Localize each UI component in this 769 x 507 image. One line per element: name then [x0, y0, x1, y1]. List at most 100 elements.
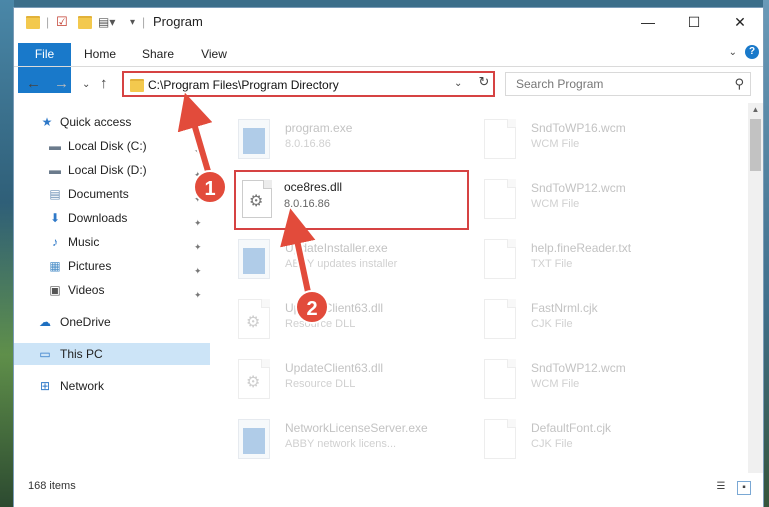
- drive-icon: ▬: [49, 163, 61, 177]
- file-version: 8.0.16.86: [284, 198, 330, 210]
- sidebar-item-pictures[interactable]: ▦ Pictures ✦: [14, 255, 210, 277]
- file-type: CJK File: [531, 318, 573, 330]
- sidebar-item-label: OneDrive: [60, 315, 111, 329]
- file-name: SndToWP12.wcm: [531, 361, 626, 375]
- sidebar-item-this-pc[interactable]: ▭ This PC: [14, 343, 210, 365]
- qat-dropdown-icon[interactable]: ▾: [130, 14, 135, 30]
- new-folder-icon[interactable]: [78, 14, 92, 30]
- file-name: UpdateClient63.dll: [285, 361, 384, 375]
- sidebar-item-onedrive[interactable]: ☁ OneDrive: [14, 311, 210, 333]
- file-item[interactable]: ⚙ UpdateClient63.dll Resource DLL: [238, 357, 468, 407]
- file-item[interactable]: SndToWP12.wcm WCM File: [484, 357, 714, 407]
- drive-icon: ▬: [49, 139, 61, 153]
- file-name: program.exe: [285, 121, 353, 135]
- tab-home[interactable]: Home: [78, 43, 122, 66]
- file-item[interactable]: program.exe 8.0.16.86: [238, 117, 468, 167]
- minimize-button[interactable]: —: [625, 8, 671, 36]
- pin-icon[interactable]: ✦: [194, 284, 202, 306]
- desktop-background-left: [0, 0, 14, 507]
- sidebar-item-label: Quick access: [60, 115, 132, 129]
- file-name: SndToWP12.wcm: [531, 181, 626, 195]
- file-icon: [484, 359, 516, 399]
- file-type: 8.0.16.86: [285, 138, 331, 150]
- sidebar-item-label: Pictures: [68, 259, 112, 273]
- file-name: oce8res.dll: [284, 180, 343, 194]
- scroll-up-icon[interactable]: ▲: [748, 103, 763, 117]
- file-icon: [484, 179, 516, 219]
- dll-file-icon: ⚙: [238, 299, 270, 339]
- ribbon-tabs: File Home Share View ⌄ ?: [14, 43, 763, 93]
- application-icon: [238, 239, 270, 279]
- navigation-pane: ★ Quick access ▬ Local Disk (C:) ✦ ▬ Loc…: [14, 111, 210, 471]
- application-icon: [238, 119, 270, 159]
- address-dropdown-button[interactable]: ⌄: [454, 78, 462, 89]
- documents-icon: ▤: [49, 187, 61, 201]
- sidebar-item-local-disk-c[interactable]: ▬ Local Disk (C:) ✦: [14, 135, 210, 157]
- address-bar[interactable]: C:\Program Files\Program Directory: [122, 71, 495, 97]
- back-button[interactable]: ←: [26, 75, 41, 92]
- help-icon[interactable]: ?: [745, 45, 759, 59]
- file-item[interactable]: DefaultFont.cjk CJK File: [484, 417, 714, 467]
- pictures-icon: ▦: [49, 259, 61, 273]
- close-button[interactable]: ✕: [717, 8, 763, 36]
- explorer-window: | ☑ ▤▾ ▾ | Program — ☐ ✕ File Home Share…: [14, 8, 763, 507]
- forward-button[interactable]: →: [54, 75, 69, 92]
- scrollbar-thumb[interactable]: [750, 119, 761, 171]
- search-icon[interactable]: ⚲: [734, 76, 744, 92]
- download-icon: ⬇: [49, 211, 61, 225]
- file-type: WCM File: [531, 378, 580, 390]
- tab-share[interactable]: Share: [136, 43, 180, 66]
- details-view-icon[interactable]: ☰: [715, 481, 727, 493]
- refresh-button[interactable]: ↻: [475, 74, 493, 92]
- properties-icon[interactable]: ☑: [56, 14, 68, 30]
- sidebar-item-network[interactable]: ⊞ Network: [14, 375, 210, 397]
- sidebar-item-music[interactable]: ♪ Music ✦: [14, 231, 210, 253]
- up-button[interactable]: ↑: [100, 75, 108, 92]
- highlighted-dll-file[interactable]: ⚙ oce8res.dll 8.0.16.86: [234, 170, 469, 230]
- network-icon: ⊞: [39, 379, 51, 393]
- file-type: WCM File: [531, 138, 580, 150]
- videos-icon: ▣: [49, 283, 61, 297]
- search-box[interactable]: ⚲: [505, 72, 751, 96]
- file-item[interactable]: SndToWP16.wcm WCM File: [484, 117, 714, 167]
- file-type: ABBY network licens...: [285, 438, 397, 450]
- sidebar-item-label: Documents: [68, 187, 129, 201]
- file-type: WCM File: [531, 198, 580, 210]
- file-item[interactable]: SndToWP12.wcm WCM File: [484, 177, 714, 227]
- file-name: FastNrml.cjk: [531, 301, 598, 315]
- title-bar: | ☑ ▤▾ ▾ | Program — ☐ ✕: [14, 8, 763, 36]
- step-1-badge: 1: [193, 170, 227, 204]
- file-name: DefaultFont.cjk: [531, 421, 612, 435]
- file-type: Resource DLL: [285, 378, 356, 390]
- status-bar: 168 items ☰ ▪: [14, 477, 763, 499]
- search-input[interactable]: [514, 76, 718, 92]
- large-icons-view-icon[interactable]: ▪: [737, 481, 751, 495]
- sidebar-item-label: This PC: [60, 347, 103, 361]
- dll-file-icon: ⚙: [238, 359, 270, 399]
- file-icon: [484, 419, 516, 459]
- file-item[interactable]: help.fineReader.txt TXT File: [484, 237, 714, 287]
- sidebar-item-label: Local Disk (C:): [68, 139, 147, 153]
- vertical-scrollbar[interactable]: ▲: [748, 103, 763, 473]
- sidebar-item-quick-access[interactable]: ★ Quick access: [14, 111, 210, 133]
- maximize-button[interactable]: ☐: [671, 8, 717, 36]
- file-type: CJK File: [531, 438, 573, 450]
- sidebar-item-documents[interactable]: ▤ Documents ✦: [14, 183, 210, 205]
- expand-ribbon-icon[interactable]: ⌄: [729, 47, 737, 58]
- desktop-background-right: [763, 0, 769, 507]
- file-item[interactable]: FastNrml.cjk CJK File: [484, 297, 714, 347]
- file-item[interactable]: UpdateInstaller.exe ABBY updates install…: [238, 237, 468, 287]
- sidebar-item-local-disk-d[interactable]: ▬ Local Disk (D:) ✦: [14, 159, 210, 181]
- folder-icon: [26, 14, 40, 30]
- file-item[interactable]: NetworkLicenseServer.exe ABBY network li…: [238, 417, 468, 467]
- file-item[interactable]: ⚙ UpdateClient63.dll Resource DLL: [238, 297, 468, 347]
- recent-locations-button[interactable]: ⌄: [82, 79, 90, 90]
- file-list: program.exe 8.0.16.86 UpdateInstaller.ex…: [224, 103, 744, 473]
- sidebar-item-videos[interactable]: ▣ Videos ✦: [14, 279, 210, 301]
- dll-file-icon: ⚙: [242, 180, 272, 218]
- file-name: help.fineReader.txt: [531, 241, 632, 255]
- ribbon-divider: [14, 66, 763, 67]
- sidebar-item-downloads[interactable]: ⬇ Downloads ✦: [14, 207, 210, 229]
- customize-toolbar-icon[interactable]: ▤▾: [98, 14, 115, 30]
- tab-view[interactable]: View: [192, 43, 236, 66]
